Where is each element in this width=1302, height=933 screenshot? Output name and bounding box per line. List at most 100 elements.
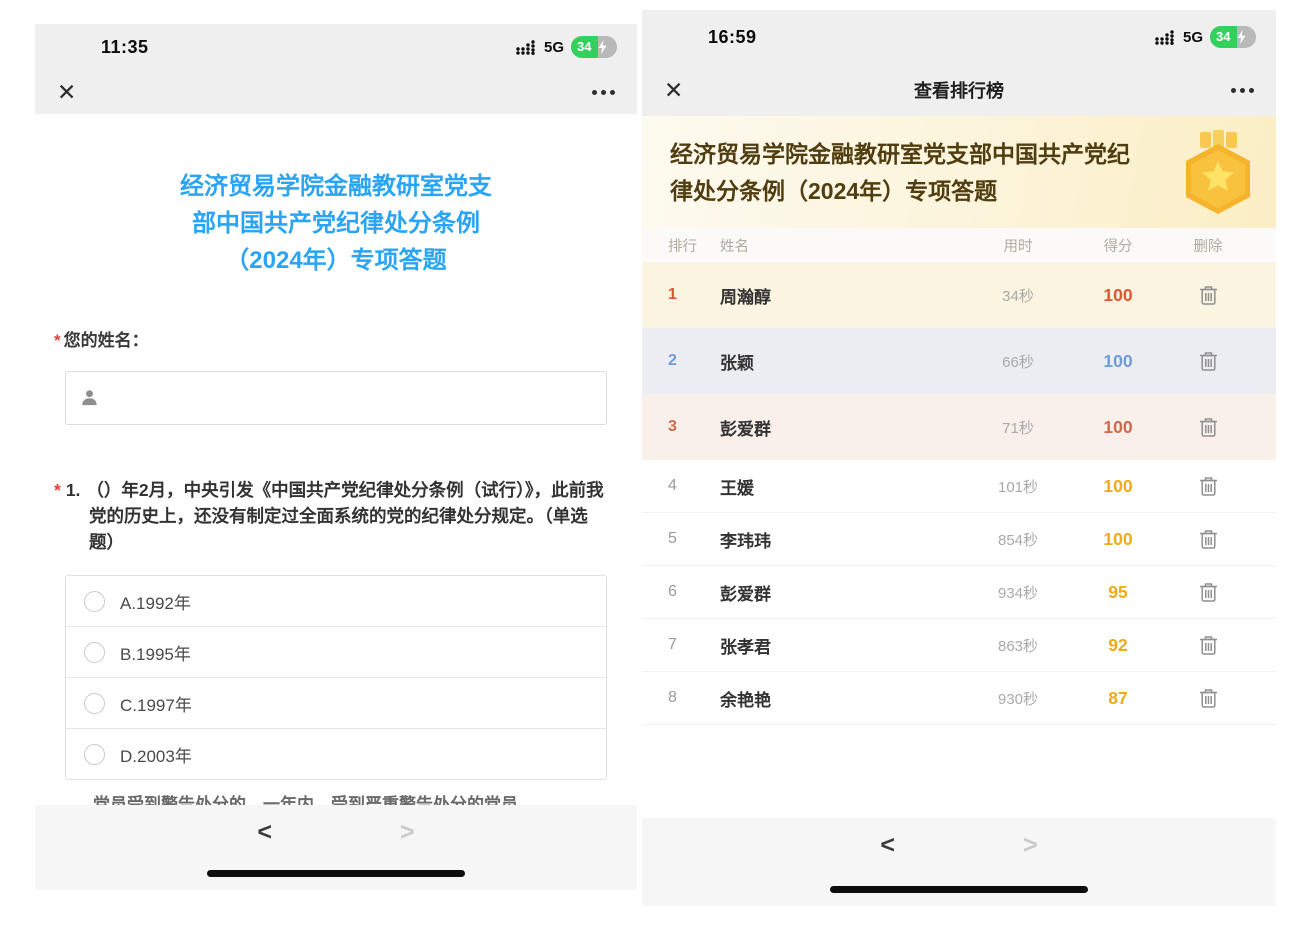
time-used: 66秒 — [966, 351, 1070, 372]
clock: 16:59 — [708, 27, 757, 48]
forward-button[interactable]: > — [1023, 831, 1038, 860]
page-title: 查看排行榜 — [914, 77, 1004, 103]
score-value: 100 — [1070, 476, 1166, 497]
home-indicator[interactable] — [830, 886, 1088, 893]
delete-button[interactable] — [1166, 635, 1250, 656]
score-value: 100 — [1070, 417, 1166, 438]
table-row: 5 李玮玮 854秒 100 — [642, 513, 1276, 566]
battery-charging-icon: 34 — [1210, 26, 1256, 48]
player-name: 彭爱群 — [720, 580, 966, 605]
cellular-signal-icon — [515, 40, 537, 55]
player-name: 李玮玮 — [720, 527, 966, 552]
table-row: 3 彭爱群 71秒 100 — [642, 394, 1276, 460]
top-bar: 16:59 5G 34 ✕ 查看排行榜 — [642, 10, 1276, 116]
back-button[interactable]: < — [880, 831, 895, 860]
option-label: D.2003年 — [120, 742, 192, 767]
gold-medal-star-icon — [1176, 130, 1260, 222]
trash-icon — [1199, 476, 1218, 497]
score-value: 100 — [1070, 285, 1166, 306]
more-menu-icon[interactable] — [592, 90, 615, 95]
score-value: 95 — [1070, 582, 1166, 603]
score-value: 87 — [1070, 688, 1166, 709]
radio-icon[interactable] — [84, 591, 105, 612]
delete-button[interactable] — [1166, 688, 1250, 709]
trash-icon — [1199, 529, 1218, 550]
name-input[interactable] — [65, 371, 607, 425]
cellular-signal-icon — [1154, 30, 1176, 45]
question-1-options: A.1992年 B.1995年 C.1997年 D.2003年 — [65, 575, 607, 780]
delete-button[interactable] — [1166, 351, 1250, 372]
time-used: 34秒 — [966, 285, 1070, 306]
quiz-title: 经济贸易学院金融教研室党支部中国共产党纪律处分条例（2024年）专项答题 — [174, 168, 498, 280]
back-button[interactable]: < — [257, 818, 272, 847]
nav-bar: ✕ — [35, 70, 637, 114]
clipped-next-question: 党员受到警告处分的，一年内，受到严重警告处分的党员 — [93, 795, 607, 805]
time-used: 934秒 — [966, 582, 1070, 603]
col-rank: 排行 — [668, 235, 720, 256]
clock: 11:35 — [101, 37, 149, 58]
quiz-form-screen: 11:35 5G 34 ✕ 经济贸易学院金融教研室 — [35, 24, 637, 890]
rank-value: 6 — [668, 583, 720, 601]
time-used: 930秒 — [966, 688, 1070, 709]
trash-icon — [1199, 582, 1218, 603]
delete-button[interactable] — [1166, 417, 1250, 438]
option-a[interactable]: A.1992年 — [66, 576, 606, 627]
table-row: 2 张颖 66秒 100 — [642, 328, 1276, 394]
delete-button[interactable] — [1166, 285, 1250, 306]
more-menu-icon[interactable] — [1231, 88, 1254, 93]
player-name: 王媛 — [720, 474, 966, 499]
player-name: 张颖 — [720, 349, 966, 374]
leaderboard-banner: 经济贸易学院金融教研室党支部中国共产党纪律处分条例（2024年）专项答题 — [642, 116, 1276, 228]
score-value: 92 — [1070, 635, 1166, 656]
player-name: 张孝君 — [720, 633, 966, 658]
col-delete: 删除 — [1166, 235, 1250, 256]
trash-icon — [1199, 417, 1218, 438]
col-score: 得分 — [1070, 235, 1166, 256]
leaderboard-column-headers: 排行 姓名 用时 得分 删除 — [642, 228, 1276, 262]
question-1-text: *1.（）年2月，中央引发《中国共产党纪律处分条例（试行）》，此前我党的历史上，… — [65, 477, 607, 556]
close-icon[interactable]: ✕ — [664, 77, 683, 104]
top-bar: 11:35 5G 34 ✕ — [35, 24, 637, 114]
close-icon[interactable]: ✕ — [57, 79, 76, 106]
table-row: 4 王媛 101秒 100 — [642, 460, 1276, 513]
status-bar: 16:59 5G 34 — [642, 10, 1276, 64]
trash-icon — [1199, 635, 1218, 656]
battery-charging-icon: 34 — [571, 36, 617, 58]
table-row: 6 彭爱群 934秒 95 — [642, 566, 1276, 619]
table-row: 8 余艳艳 930秒 87 — [642, 672, 1276, 725]
option-label: A.1992年 — [120, 589, 191, 614]
delete-button[interactable] — [1166, 476, 1250, 497]
forward-button[interactable]: > — [400, 818, 415, 847]
option-c[interactable]: C.1997年 — [66, 678, 606, 729]
option-label: B.1995年 — [120, 640, 191, 665]
rank-value: 7 — [668, 636, 720, 654]
trash-icon — [1199, 688, 1218, 709]
name-field-label: *您的姓名： — [65, 326, 607, 351]
person-icon — [80, 388, 99, 407]
trash-icon — [1199, 285, 1218, 306]
rank-value: 3 — [668, 418, 720, 436]
option-b[interactable]: B.1995年 — [66, 627, 606, 678]
status-bar: 11:35 5G 34 — [35, 24, 637, 70]
col-time: 用时 — [966, 235, 1070, 256]
time-used: 863秒 — [966, 635, 1070, 656]
nav-bar: ✕ 查看排行榜 — [642, 64, 1276, 116]
network-type-label: 5G — [1183, 29, 1203, 46]
radio-icon[interactable] — [84, 693, 105, 714]
radio-icon[interactable] — [84, 744, 105, 765]
table-row: 7 张孝君 863秒 92 — [642, 619, 1276, 672]
option-d[interactable]: D.2003年 — [66, 729, 606, 779]
network-type-label: 5G — [544, 39, 564, 56]
radio-icon[interactable] — [84, 642, 105, 663]
score-value: 100 — [1070, 529, 1166, 550]
player-name: 余艳艳 — [720, 686, 966, 711]
delete-button[interactable] — [1166, 582, 1250, 603]
delete-button[interactable] — [1166, 529, 1250, 550]
option-label: C.1997年 — [120, 691, 192, 716]
rank-value: 8 — [668, 689, 720, 707]
leaderboard-title: 经济贸易学院金融教研室党支部中国共产党纪律处分条例（2024年）专项答题 — [670, 136, 1130, 210]
rank-value: 1 — [668, 286, 720, 304]
table-row: 1 周瀚醇 34秒 100 — [642, 262, 1276, 328]
home-indicator[interactable] — [207, 870, 465, 877]
time-used: 101秒 — [966, 476, 1070, 497]
